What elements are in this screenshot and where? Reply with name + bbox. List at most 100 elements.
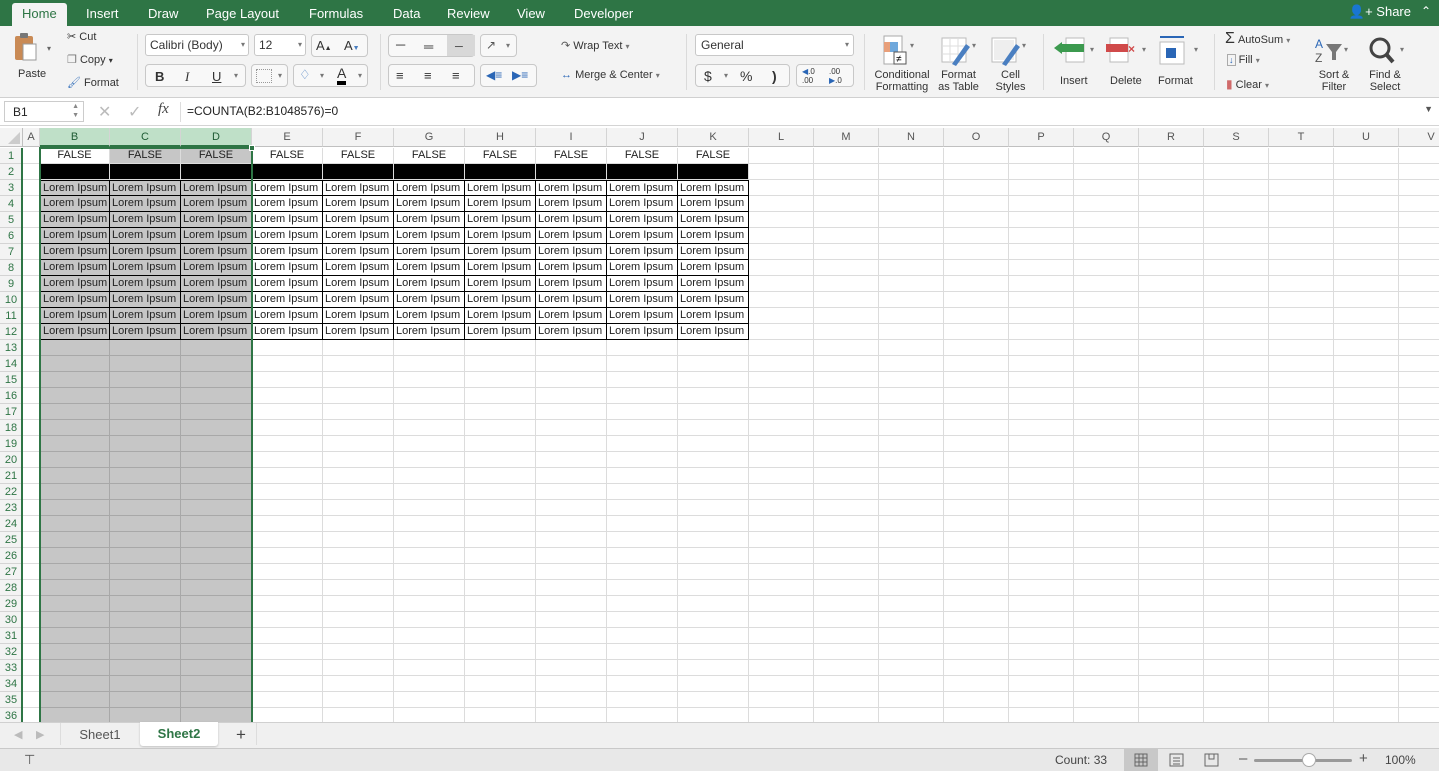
cell-a11[interactable] [23,308,40,324]
cell-b35[interactable] [40,692,110,708]
cell-s33[interactable] [1204,660,1269,676]
column-header-s[interactable]: S [1204,128,1269,147]
cell-f6[interactable]: Lorem Ipsum [323,228,394,244]
cell-c10[interactable]: Lorem Ipsum [110,292,181,308]
cell-e6[interactable]: Lorem Ipsum [252,228,323,244]
cell-q28[interactable] [1074,580,1139,596]
cell-p20[interactable] [1009,452,1074,468]
cell-k17[interactable] [678,404,749,420]
cell-e2[interactable] [252,164,323,180]
cell-e23[interactable] [252,500,323,516]
cell-k26[interactable] [678,548,749,564]
cell-g16[interactable] [394,388,465,404]
cell-r23[interactable] [1139,500,1204,516]
cell-k5[interactable]: Lorem Ipsum [678,212,749,228]
cell-l29[interactable] [749,596,814,612]
cell-o26[interactable] [944,548,1009,564]
cell-l35[interactable] [749,692,814,708]
cell-l4[interactable] [749,196,814,212]
cell-l18[interactable] [749,420,814,436]
cell-l34[interactable] [749,676,814,692]
cell-f27[interactable] [323,564,394,580]
cell-j15[interactable] [607,372,678,388]
cell-c35[interactable] [110,692,181,708]
cell-n3[interactable] [879,180,944,196]
cell-h29[interactable] [465,596,536,612]
cell-r12[interactable] [1139,324,1204,340]
cell-s18[interactable] [1204,420,1269,436]
cell-f8[interactable]: Lorem Ipsum [323,260,394,276]
column-header-u[interactable]: U [1334,128,1399,147]
cell-k11[interactable]: Lorem Ipsum [678,308,749,324]
cell-m2[interactable] [814,164,879,180]
cell-i28[interactable] [536,580,607,596]
cell-v22[interactable] [1399,484,1439,500]
cell-u10[interactable] [1334,292,1399,308]
cell-f15[interactable] [323,372,394,388]
orientation-button[interactable]: ↗ ▾ [480,34,517,57]
cell-n21[interactable] [879,468,944,484]
cell-j7[interactable]: Lorem Ipsum [607,244,678,260]
cell-e12[interactable]: Lorem Ipsum [252,324,323,340]
increase-decimal-button[interactable]: ◀.0.00 [802,67,815,85]
cell-h30[interactable] [465,612,536,628]
worksheet-grid[interactable]: A B C D E F G H I J K L M N O P Q R S T U V 1 FALSE FALSE FALSE FA… [0,128,1439,722]
cell-f2[interactable] [323,164,394,180]
column-header-o[interactable]: O [944,128,1009,147]
cell-d11[interactable]: Lorem Ipsum [181,308,252,324]
cell-j30[interactable] [607,612,678,628]
cell-f35[interactable] [323,692,394,708]
cell-v11[interactable] [1399,308,1439,324]
cell-l1[interactable] [749,148,814,164]
cell-t36[interactable] [1269,708,1334,722]
cell-g7[interactable]: Lorem Ipsum [394,244,465,260]
underline-dropdown-icon[interactable]: ▾ [234,71,238,80]
cell-p25[interactable] [1009,532,1074,548]
cell-q10[interactable] [1074,292,1139,308]
row-header-8[interactable]: 8 [0,260,23,276]
cell-d9[interactable]: Lorem Ipsum [181,276,252,292]
cell-t6[interactable] [1269,228,1334,244]
cell-e28[interactable] [252,580,323,596]
cell-k20[interactable] [678,452,749,468]
cell-n11[interactable] [879,308,944,324]
cell-o32[interactable] [944,644,1009,660]
cell-d25[interactable] [181,532,252,548]
cell-k27[interactable] [678,564,749,580]
cell-u28[interactable] [1334,580,1399,596]
cell-o15[interactable] [944,372,1009,388]
cell-c6[interactable]: Lorem Ipsum [110,228,181,244]
cell-q32[interactable] [1074,644,1139,660]
cell-m19[interactable] [814,436,879,452]
cell-p33[interactable] [1009,660,1074,676]
cell-q15[interactable] [1074,372,1139,388]
cell-n15[interactable] [879,372,944,388]
cell-s7[interactable] [1204,244,1269,260]
cell-b17[interactable] [40,404,110,420]
cell-h18[interactable] [465,420,536,436]
column-header-v[interactable]: V [1399,128,1439,147]
cell-m34[interactable] [814,676,879,692]
cell-j4[interactable]: Lorem Ipsum [607,196,678,212]
cell-f14[interactable] [323,356,394,372]
cell-c26[interactable] [110,548,181,564]
cell-e30[interactable] [252,612,323,628]
cell-j27[interactable] [607,564,678,580]
cell-s17[interactable] [1204,404,1269,420]
cell-d28[interactable] [181,580,252,596]
cell-m23[interactable] [814,500,879,516]
cell-a19[interactable] [23,436,40,452]
cell-q34[interactable] [1074,676,1139,692]
cell-o17[interactable] [944,404,1009,420]
cell-u11[interactable] [1334,308,1399,324]
cell-p4[interactable] [1009,196,1074,212]
cell-l7[interactable] [749,244,814,260]
select-all-button[interactable] [0,128,23,147]
cell-v21[interactable] [1399,468,1439,484]
cell-v18[interactable] [1399,420,1439,436]
cell-l13[interactable] [749,340,814,356]
cell-r2[interactable] [1139,164,1204,180]
cell-r15[interactable] [1139,372,1204,388]
cell-b4[interactable]: Lorem Ipsum [40,196,110,212]
cell-v20[interactable] [1399,452,1439,468]
